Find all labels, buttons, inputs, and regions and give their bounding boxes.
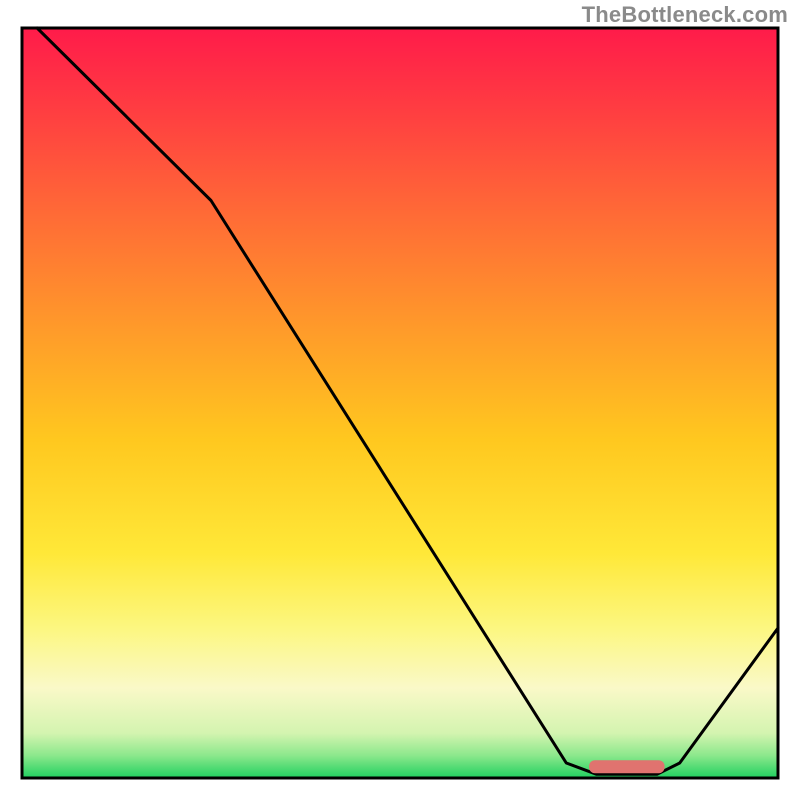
watermark-text: TheBottleneck.com xyxy=(582,2,788,28)
bottleneck-chart xyxy=(0,0,800,800)
chart-container: TheBottleneck.com xyxy=(0,0,800,800)
plot-background xyxy=(22,28,778,778)
optimal-range-marker xyxy=(589,760,665,773)
